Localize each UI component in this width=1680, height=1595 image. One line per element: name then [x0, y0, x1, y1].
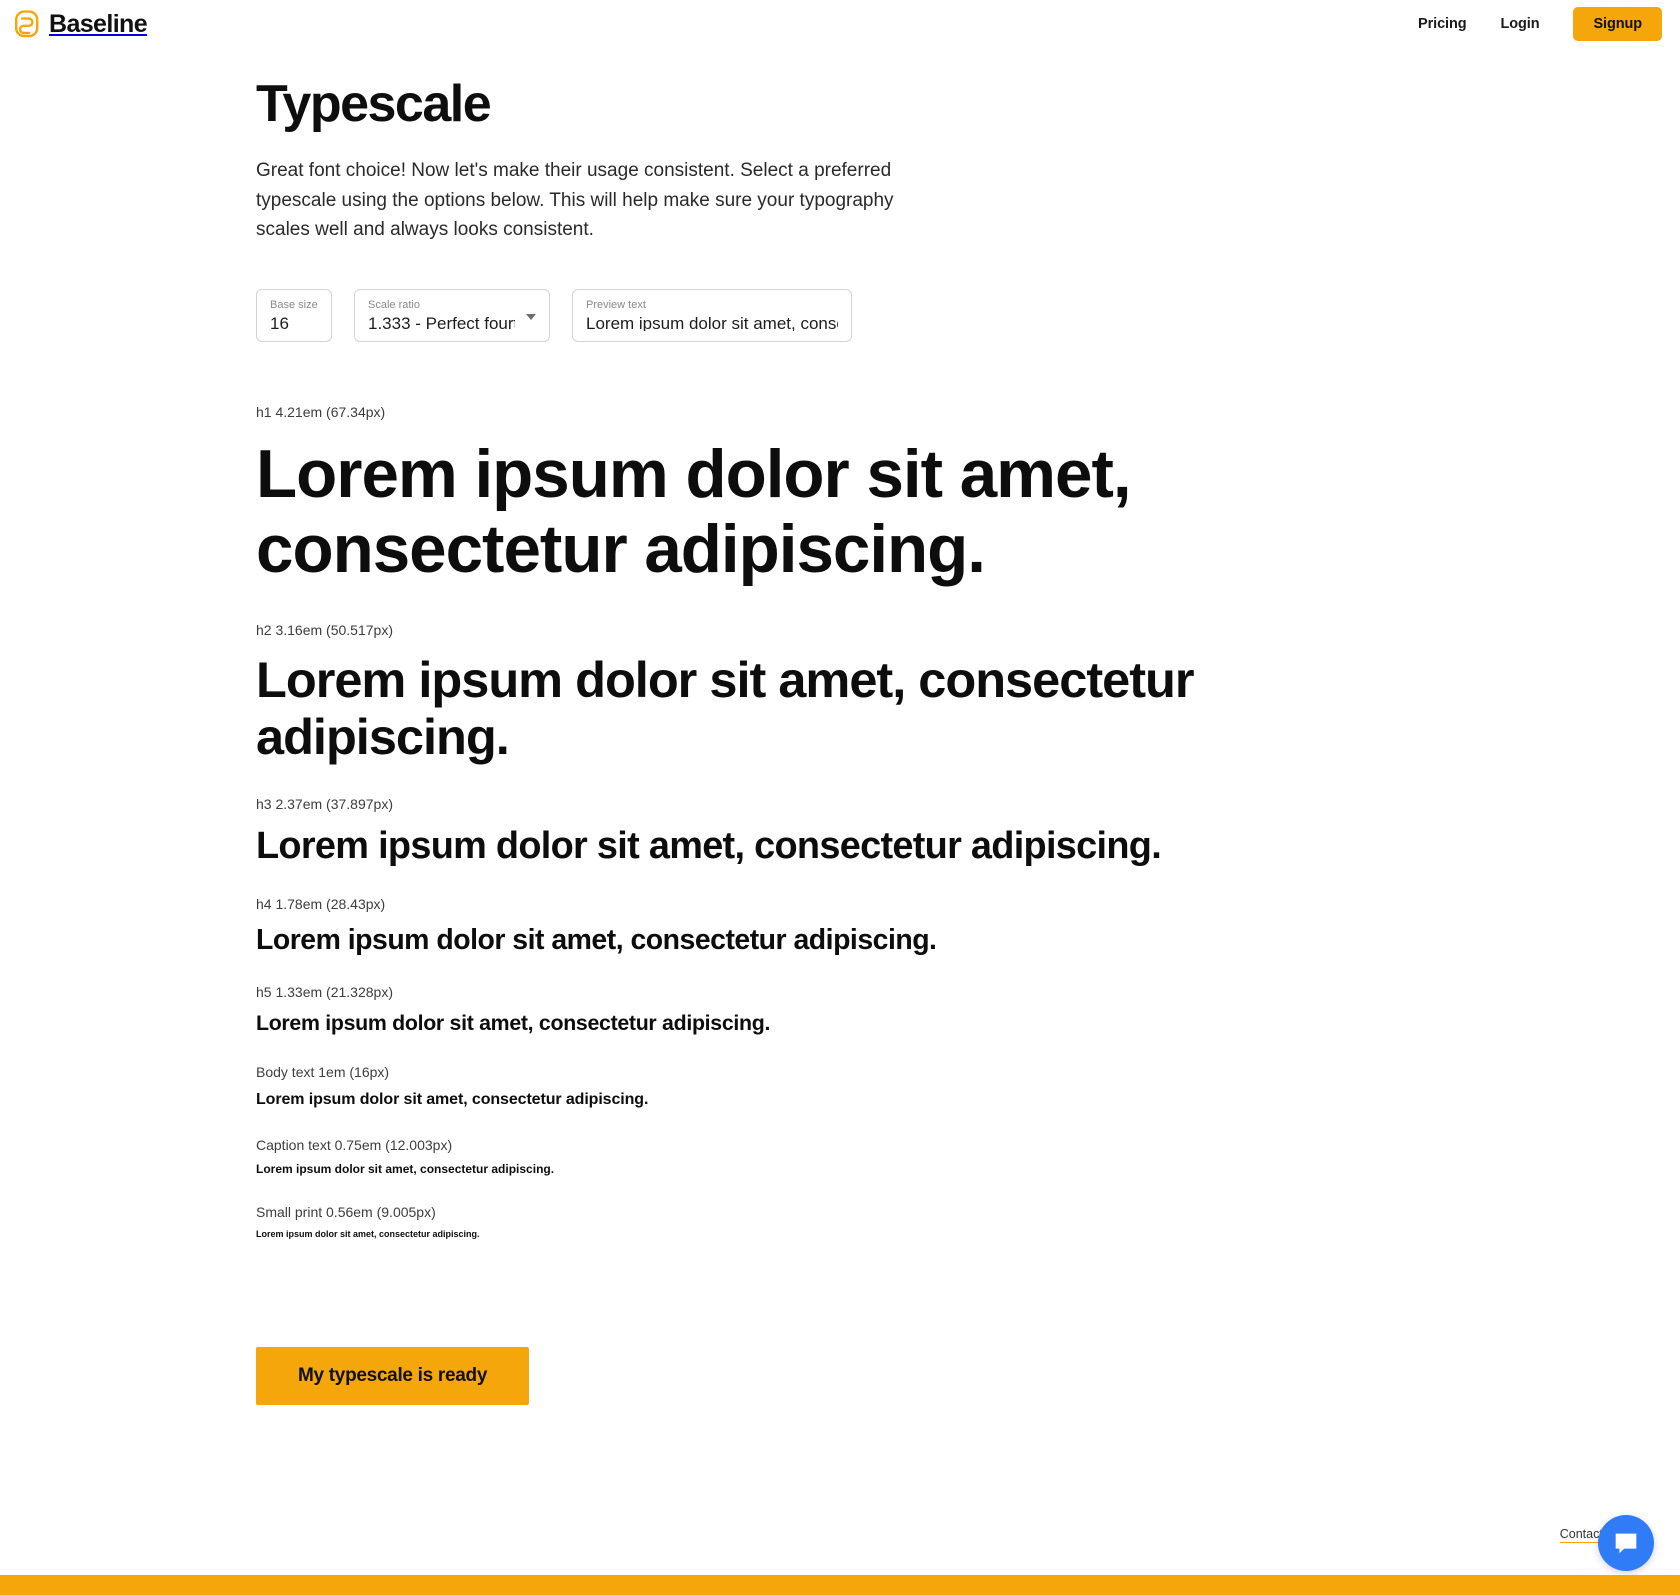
- base-size-field[interactable]: Base size 16: [256, 289, 332, 343]
- specimen-meta: h1 4.21em (67.34px): [256, 404, 386, 421]
- specimen-row-h3: h3 2.37em (37.897px) Lorem ipsum dolor s…: [256, 796, 1680, 868]
- specimen-row-caption: Caption text 0.75em (12.003px) Lorem ips…: [256, 1137, 1680, 1176]
- specimen-row-body: Body text 1em (16px) Lorem ipsum dolor s…: [256, 1064, 1680, 1109]
- specimen-meta: h3 2.37em (37.897px): [256, 795, 393, 812]
- specimen-meta: Small print 0.56em (9.005px): [256, 1204, 436, 1221]
- signup-button[interactable]: Signup: [1573, 7, 1662, 41]
- footer-zone: Contact support: [0, 1465, 1680, 1595]
- typescale-controls: Base size 16 Scale ratio 1.333 - Perfect…: [256, 289, 1680, 343]
- preview-text-field[interactable]: Preview text Lorem ipsum dolor sit amet,…: [572, 289, 852, 343]
- main-content: Typescale Great font choice! Now let's m…: [0, 48, 1680, 1465]
- specimen-sample: Lorem ipsum dolor sit amet, consectetur …: [256, 825, 1162, 868]
- specimen-row-small-print: Small print 0.56em (9.005px) Lorem ipsum…: [256, 1204, 1680, 1239]
- specimen-row-h2: h2 3.16em (50.517px) Lorem ipsum dolor s…: [256, 622, 1680, 766]
- scale-ratio-label: Scale ratio: [368, 299, 420, 312]
- preview-text-label: Preview text: [586, 299, 646, 312]
- brand-name: Baseline: [49, 9, 148, 38]
- footer-accent-bar: [0, 1574, 1680, 1595]
- top-navigation-bar: Baseline Pricing Login Signup: [0, 0, 1680, 48]
- specimen-sample: Lorem ipsum dolor sit amet, consectetur …: [256, 1011, 771, 1036]
- specimen-sample: Lorem ipsum dolor sit amet, consectetur …: [256, 651, 1195, 766]
- specimen-meta: h5 1.33em (21.328px): [256, 984, 393, 1001]
- cta-section: My typescale is ready: [256, 1346, 1680, 1465]
- specimen-row-h4: h4 1.78em (28.43px) Lorem ipsum dolor si…: [256, 896, 1680, 957]
- base-size-value: 16: [270, 314, 289, 332]
- specimen-sample: Lorem ipsum dolor sit amet, consectetur …: [256, 1161, 555, 1176]
- specimen-meta: h4 1.78em (28.43px): [256, 895, 386, 912]
- specimen-sample: Lorem ipsum dolor sit amet, consectetur …: [256, 436, 1132, 588]
- brand-logo-link[interactable]: Baseline: [14, 9, 148, 39]
- chevron-down-icon[interactable]: [526, 313, 536, 320]
- scale-ratio-value: 1.333 - Perfect fourth: [368, 314, 515, 332]
- page-title: Typescale: [256, 75, 492, 133]
- chat-bubble-icon[interactable]: [1598, 1514, 1654, 1571]
- typescale-ready-button[interactable]: My typescale is ready: [256, 1346, 530, 1405]
- specimen-meta: h2 3.16em (50.517px): [256, 621, 393, 638]
- specimen-row-h1: h1 4.21em (67.34px) Lorem ipsum dolor si…: [256, 404, 1680, 588]
- base-size-label: Base size: [270, 299, 318, 312]
- specimen-sample: Lorem ipsum dolor sit amet, consectetur …: [256, 1228, 480, 1239]
- typescale-specimen-list: h1 4.21em (67.34px) Lorem ipsum dolor si…: [256, 404, 1680, 1239]
- specimen-sample: Lorem ipsum dolor sit amet, consectetur …: [256, 1090, 649, 1108]
- preview-text-value: Lorem ipsum dolor sit amet, consectetur: [586, 314, 838, 332]
- baseline-b-logo-icon: [14, 10, 40, 38]
- scale-ratio-select[interactable]: Scale ratio 1.333 - Perfect fourth: [354, 289, 550, 343]
- specimen-row-h5: h5 1.33em (21.328px) Lorem ipsum dolor s…: [256, 984, 1680, 1036]
- nav-link-login[interactable]: Login: [1501, 16, 1540, 32]
- specimen-meta: Caption text 0.75em (12.003px): [256, 1136, 453, 1153]
- specimen-meta: Body text 1em (16px): [256, 1064, 390, 1081]
- nav-links-group: Pricing Login Signup: [1418, 7, 1662, 41]
- nav-link-pricing[interactable]: Pricing: [1418, 16, 1467, 32]
- page-intro-text: Great font choice! Now let's make their …: [256, 160, 894, 241]
- specimen-sample: Lorem ipsum dolor sit amet, consectetur …: [256, 923, 937, 956]
